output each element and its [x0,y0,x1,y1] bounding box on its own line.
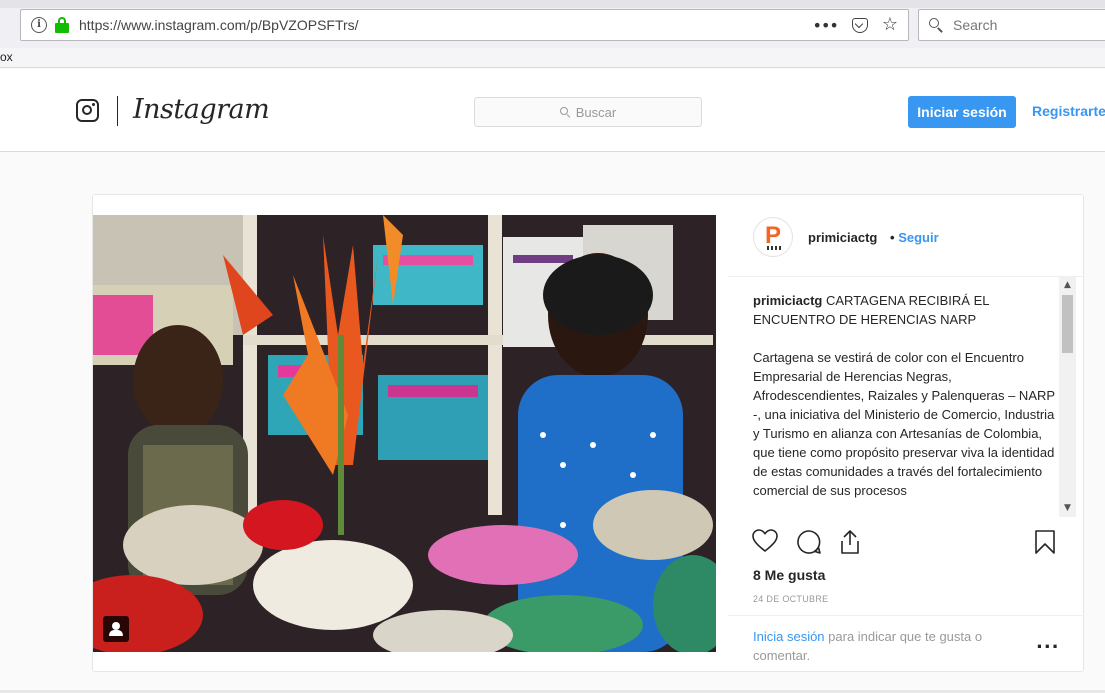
info-icon[interactable]: i [31,17,47,33]
browser-search-input[interactable]: Search [918,9,1105,41]
instagram-glyph-icon[interactable] [76,99,99,122]
bookmark-item[interactable]: ox [0,50,13,64]
bookmarks-bar: ox [0,48,1105,68]
instagram-header: Instagram Buscar Iniciar sesión Registra… [0,69,1105,152]
avatar[interactable]: P [753,217,793,257]
scrollbar-thumb[interactable] [1062,295,1073,353]
post-header: P primiciactg • Seguir [728,195,1084,277]
pocket-icon[interactable] [851,17,868,33]
caption-body: Cartagena se vestirá de color con el Enc… [753,350,1055,498]
search-icon [559,107,571,118]
caption-text: primiciactg CARTAGENA RECIBIRÁ EL ENCUEN… [753,281,1063,500]
follow-group: • Seguir [890,230,939,245]
scroll-down-icon[interactable]: ▼ [1059,500,1076,517]
heart-icon[interactable] [752,529,778,553]
star-icon[interactable]: ☆ [882,16,898,34]
url-actions: ••• ☆ [813,16,898,35]
post-card: P primiciactg • Seguir primiciactg CARTA… [92,194,1084,672]
post-actions [752,529,1062,559]
scroll-up-icon[interactable]: ▲ [1059,277,1076,294]
login-prompt: Inicia sesión para indicar que te gusta … [728,615,1084,673]
address-bar[interactable]: i https://www.instagram.com/p/BpVZOPSFTr… [20,9,909,41]
caption-scroll-area[interactable]: primiciactg CARTAGENA RECIBIRÁ EL ENCUEN… [753,281,1063,517]
save-icon[interactable] [1034,529,1056,555]
caption-author[interactable]: primiciactg [753,293,822,308]
page-actions-icon[interactable]: ••• [813,16,839,35]
instagram-wordmark[interactable]: Instagram [133,94,270,125]
more-icon[interactable]: ... [1036,632,1060,653]
post-photo[interactable] [93,215,716,652]
caption-headline: primiciactg CARTAGENA RECIBIRÁ EL ENCUEN… [753,291,1057,329]
lock-icon[interactable] [55,17,69,33]
logo-divider [117,96,118,126]
instagram-search-placeholder: Buscar [575,104,617,120]
login-button[interactable]: Iniciar sesión [908,96,1016,128]
post-date[interactable]: 24 DE OCTUBRE [753,594,828,604]
tab-strip [0,0,1105,8]
post-photo-illustration [93,215,716,652]
post-sidebar: P primiciactg • Seguir primiciactg CARTA… [728,195,1084,673]
url-text[interactable]: https://www.instagram.com/p/BpVZOPSFTrs/ [79,17,359,33]
share-icon[interactable] [838,529,862,555]
browser-toolbar: i https://www.instagram.com/p/BpVZOPSFTr… [0,0,1105,48]
caption-scrollbar[interactable]: ▲ ▼ [1059,277,1076,517]
like-count[interactable]: 8 Me gusta [753,567,825,583]
comment-icon[interactable] [796,529,822,555]
register-link[interactable]: Registrarte [1032,103,1105,119]
login-link[interactable]: Inicia sesión [753,629,825,644]
browser-search-placeholder: Search [953,17,998,33]
instagram-search-input[interactable]: Buscar [474,97,702,127]
follow-separator: • [890,230,895,245]
search-icon [929,18,943,33]
avatar-bars [767,246,781,250]
follow-button[interactable]: Seguir [898,230,938,245]
login-prompt-text: Inicia sesión para indicar que te gusta … [753,627,1023,665]
post-owner-name[interactable]: primiciactg [808,230,877,245]
tagged-user-icon[interactable] [103,616,129,642]
